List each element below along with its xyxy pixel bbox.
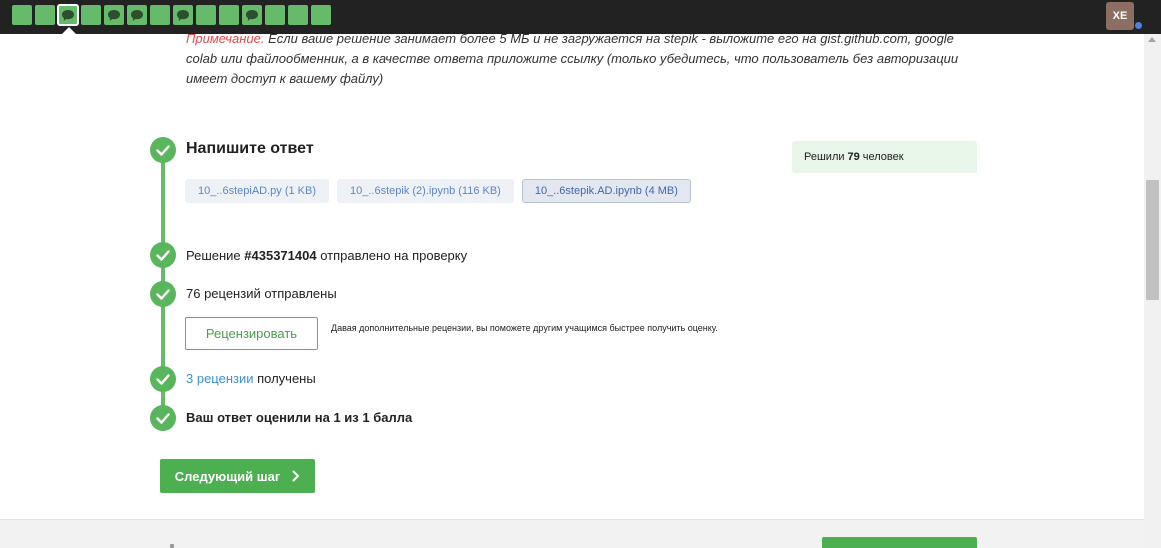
check-icon (150, 137, 176, 163)
reviews-received: 3 рецензии получены (186, 371, 316, 386)
check-icon (150, 366, 176, 392)
step-2[interactable] (35, 5, 55, 25)
review-hint: Давая дополнительные рецензии, вы поможе… (331, 323, 718, 333)
comment-icon (246, 9, 258, 21)
attached-files: 10_..6stepiAD.py (1 KB) 10_..6stepik (2)… (185, 179, 691, 203)
file-tab[interactable]: 10_..6stepik (2).ipynb (116 KB) (337, 179, 514, 203)
user-avatar[interactable]: XE (1106, 2, 1134, 30)
step-5[interactable] (104, 5, 124, 25)
footer-button[interactable] (822, 537, 977, 548)
next-step-label: Следующий шаг (174, 468, 281, 484)
submission-suffix: отправлено на проверку (316, 248, 468, 263)
solved-prefix: Решили (804, 151, 845, 163)
check-icon (150, 242, 176, 268)
step-7[interactable] (150, 5, 170, 25)
step-9[interactable] (196, 5, 216, 25)
step-navigation (12, 4, 331, 26)
submission-note: Примечание. Если ваше решение занимает б… (186, 29, 976, 89)
check-icon (150, 405, 176, 431)
check-icon (150, 281, 176, 307)
answer-heading: Напишите ответ (186, 140, 314, 157)
step-6[interactable] (127, 5, 147, 25)
note-label: Примечание. (186, 31, 265, 46)
step-13[interactable] (288, 5, 308, 25)
review-button[interactable]: Рецензировать (185, 317, 318, 350)
current-step-caret (61, 27, 77, 35)
submission-status: Решение #435371404 отправлено на проверк… (186, 248, 467, 263)
comment-icon (131, 9, 143, 21)
reviews-received-suffix: получены (253, 371, 316, 386)
solved-counter: Решили 79 человек (792, 141, 977, 173)
reviews-sent: 76 рецензий отправлены (186, 286, 337, 301)
score-result: Ваш ответ оценили на 1 из 1 балла (186, 410, 412, 425)
step-10[interactable] (219, 5, 239, 25)
step-3[interactable] (57, 4, 79, 26)
solved-suffix: человек (862, 151, 904, 163)
comment-icon (177, 9, 189, 21)
reviews-received-link[interactable]: 3 рецензии (186, 371, 254, 386)
notification-dot (1135, 22, 1142, 29)
chevron-right-icon (292, 470, 300, 482)
scroll-up-arrow[interactable] (1148, 37, 1156, 42)
footer-icon (170, 544, 174, 548)
solved-count: 79 (847, 151, 860, 163)
step-14[interactable] (311, 5, 331, 25)
scrollbar-thumb[interactable] (1146, 180, 1159, 300)
submission-id: #435371404 (244, 248, 317, 263)
note-text: Если ваше решение занимает более 5 МБ и … (186, 31, 959, 86)
step-1[interactable] (12, 5, 32, 25)
submission-prefix: Решение (186, 248, 245, 263)
file-tab[interactable]: 10_..6stepiAD.py (1 KB) (185, 179, 330, 203)
score-text: Ваш ответ оценили на 1 из 1 балла (186, 410, 413, 425)
step-12[interactable] (265, 5, 285, 25)
step-4[interactable] (81, 5, 101, 25)
comment-icon (108, 9, 120, 21)
comment-icon (62, 9, 74, 21)
step-8[interactable] (173, 5, 193, 25)
next-step-button[interactable]: Следующий шаг (160, 459, 315, 493)
file-tab-active[interactable]: 10_..6stepik.AD.ipynb (4 MB) (521, 179, 691, 203)
step-11[interactable] (242, 5, 262, 25)
